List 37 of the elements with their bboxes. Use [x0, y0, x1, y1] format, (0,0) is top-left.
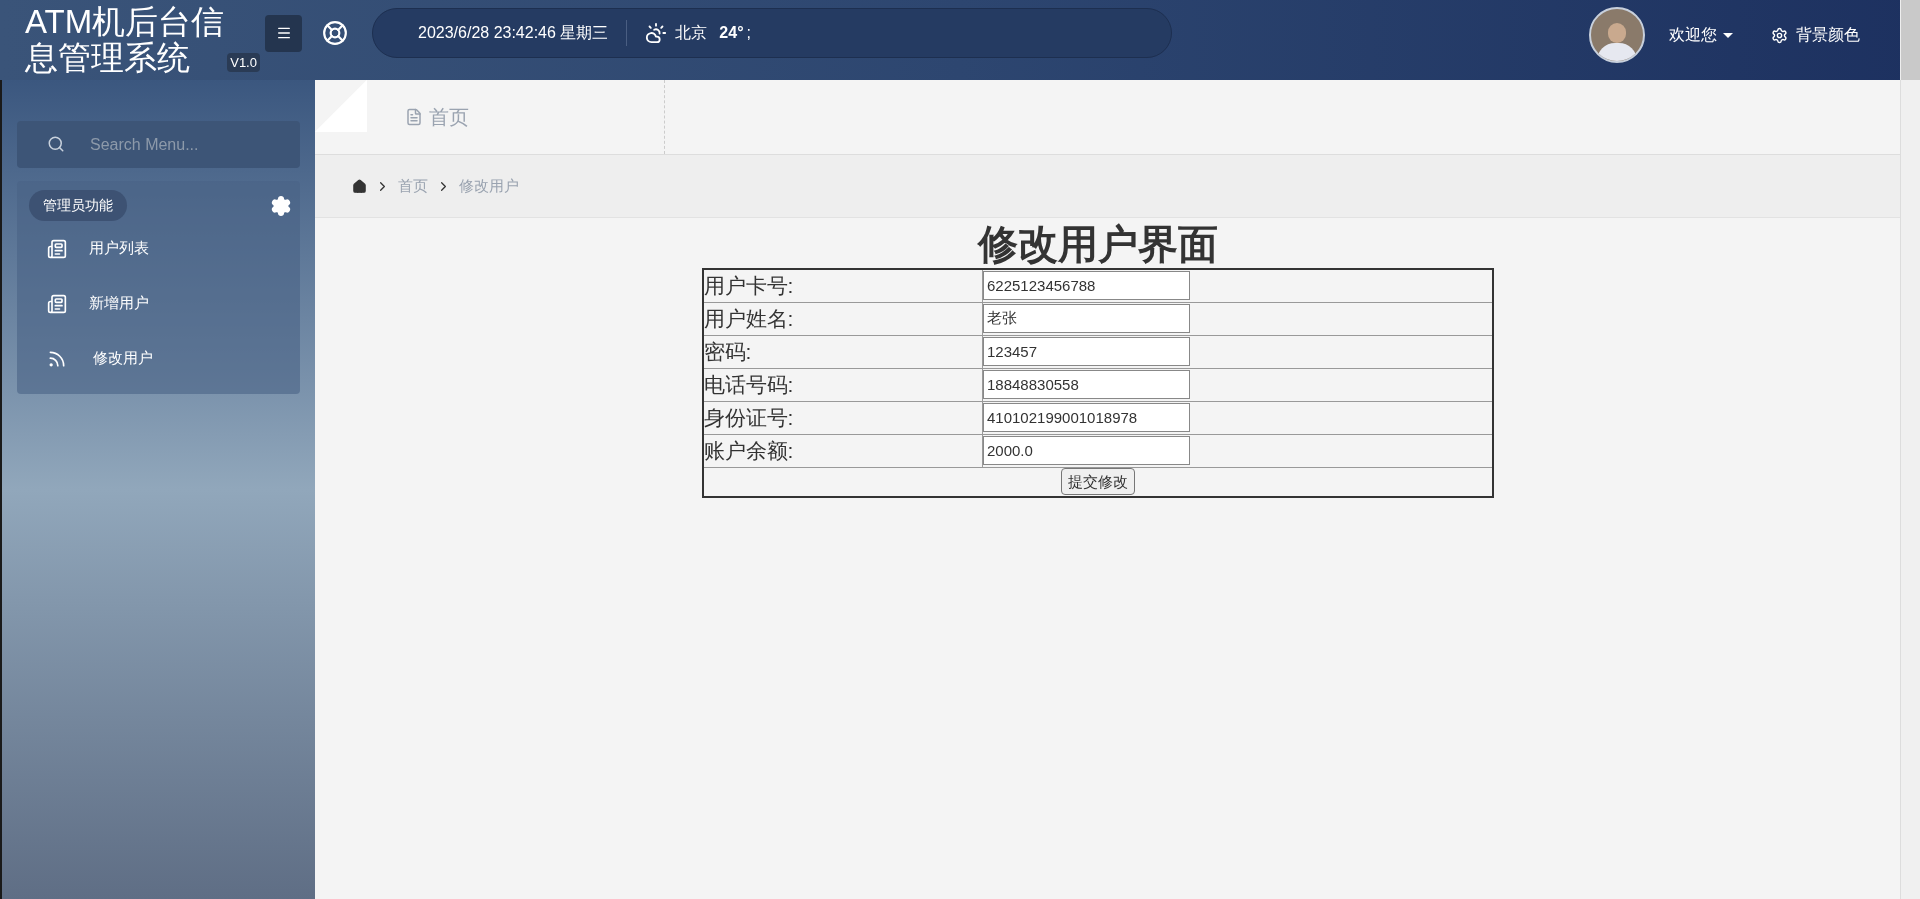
app-title: ATM机后台信息管理系统 — [25, 4, 225, 76]
input-field[interactable]: 老张 — [983, 304, 1190, 333]
document-icon — [405, 108, 423, 126]
submit-button[interactable]: 提交修改 — [1060, 468, 1135, 496]
temperature: 24° — [719, 23, 744, 43]
weather-suffix: ; — [746, 23, 751, 43]
lifebuoy-icon[interactable] — [322, 20, 348, 46]
field-label: 电话号码: — [702, 368, 983, 401]
date-time: 2023/6/28 23:42:46 星期三 — [418, 23, 609, 43]
version-badge: V1.0 — [227, 52, 260, 72]
document-icon — [47, 293, 67, 314]
search-icon — [47, 135, 65, 153]
avatar[interactable] — [1589, 7, 1645, 63]
menu-button[interactable] — [265, 14, 302, 52]
home-icon[interactable] — [352, 178, 367, 194]
sidebar-item[interactable]: 新增用户 — [17, 276, 300, 331]
welcome-menu[interactable]: 欢迎您 — [1669, 23, 1733, 47]
field-label: 身份证号: — [702, 401, 983, 434]
theme-button[interactable]: 背景颜色 — [1771, 23, 1860, 47]
input-field[interactable]: 18848830558 — [983, 370, 1190, 399]
search-field[interactable]: Search Menu... — [17, 121, 300, 168]
field-label: 账户余额: — [702, 434, 983, 467]
field-label: 密码: — [702, 335, 983, 368]
sidebar-item[interactable]: 用户列表 — [17, 221, 300, 276]
section-label: 管理员功能 — [29, 190, 127, 221]
city-label: 北京 — [675, 23, 708, 43]
field-label: 用户姓名: — [702, 302, 983, 335]
input-field[interactable]: 410102199001018978 — [983, 403, 1190, 432]
input-field[interactable]: 123457 — [983, 337, 1190, 366]
input-field[interactable]: 2000.0 — [983, 436, 1190, 465]
document-icon — [47, 238, 67, 259]
weather-icon — [645, 22, 668, 44]
menu-icon — [275, 25, 292, 41]
sidebar-item[interactable]: 修改用户 — [17, 331, 300, 386]
field-label: 用户卡号: — [702, 269, 983, 302]
input-field[interactable]: 6225123456788 — [983, 271, 1190, 301]
form-title: 修改用户界面 — [977, 221, 1218, 268]
